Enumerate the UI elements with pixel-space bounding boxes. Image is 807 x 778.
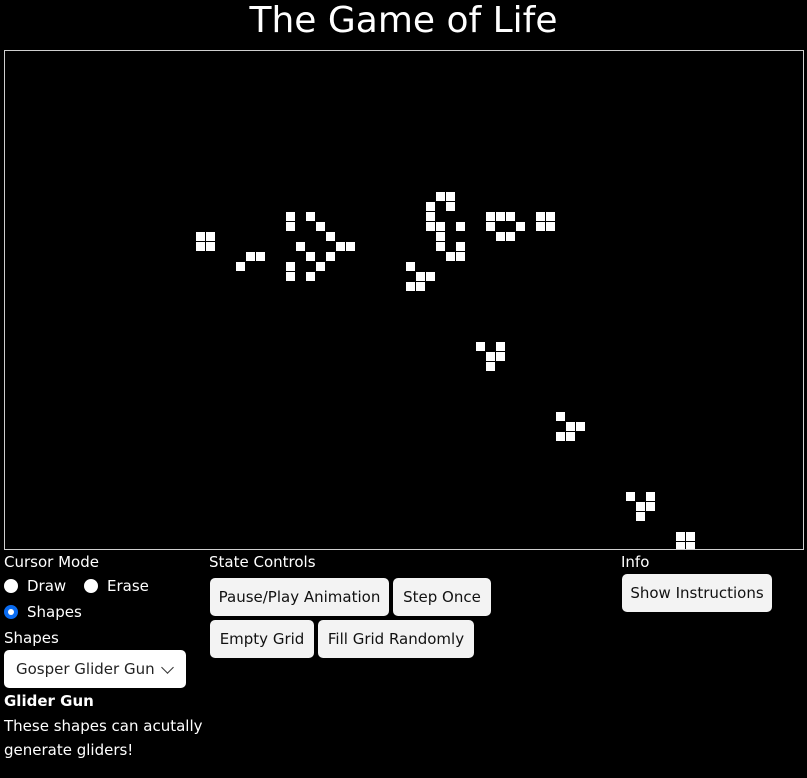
- pause-play-button[interactable]: Pause/Play Animation: [210, 578, 389, 616]
- live-cell[interactable]: [556, 432, 565, 441]
- live-cell[interactable]: [676, 542, 685, 549]
- live-cell[interactable]: [686, 542, 695, 549]
- live-cell[interactable]: [206, 242, 215, 251]
- live-cell[interactable]: [496, 352, 505, 361]
- live-cell[interactable]: [306, 272, 315, 281]
- live-cell[interactable]: [546, 222, 555, 231]
- live-cell[interactable]: [196, 242, 205, 251]
- live-cell[interactable]: [686, 532, 695, 541]
- live-cell[interactable]: [636, 512, 645, 521]
- live-cell[interactable]: [426, 202, 435, 211]
- shape-description-text: These shapes can acutally generate glide…: [4, 717, 203, 759]
- shapes-select-value: Gosper Glider Gun: [16, 660, 155, 678]
- live-cell[interactable]: [426, 222, 435, 231]
- live-cell[interactable]: [206, 232, 215, 241]
- live-cell[interactable]: [416, 282, 425, 291]
- shape-description-title: Glider Gun: [4, 692, 94, 710]
- live-cell[interactable]: [536, 212, 545, 221]
- live-cell[interactable]: [626, 492, 635, 501]
- live-cell[interactable]: [456, 252, 465, 261]
- empty-grid-button[interactable]: Empty Grid: [210, 620, 314, 658]
- live-cell[interactable]: [436, 192, 445, 201]
- live-cell[interactable]: [516, 222, 525, 231]
- live-cell[interactable]: [326, 232, 335, 241]
- live-cell[interactable]: [446, 252, 455, 261]
- live-cell[interactable]: [576, 422, 585, 431]
- live-cell[interactable]: [486, 222, 495, 231]
- erase-radio-option[interactable]: Erase: [84, 577, 149, 595]
- live-cell[interactable]: [406, 262, 415, 271]
- shapes-radio-option[interactable]: Shapes: [4, 603, 82, 621]
- live-cell[interactable]: [486, 362, 495, 371]
- draw-radio[interactable]: [4, 579, 18, 593]
- live-cell[interactable]: [486, 352, 495, 361]
- erase-radio[interactable]: [84, 579, 98, 593]
- live-cell[interactable]: [536, 222, 545, 231]
- live-cell[interactable]: [256, 252, 265, 261]
- live-cell[interactable]: [286, 212, 295, 221]
- live-cell[interactable]: [636, 502, 645, 511]
- live-cell[interactable]: [556, 412, 565, 421]
- state-controls-label: State Controls: [209, 553, 316, 571]
- live-cell[interactable]: [646, 502, 655, 511]
- show-instructions-button[interactable]: Show Instructions: [622, 574, 772, 612]
- live-cell[interactable]: [306, 252, 315, 261]
- live-cell[interactable]: [486, 212, 495, 221]
- live-cell[interactable]: [336, 242, 345, 251]
- game-board[interactable]: [4, 50, 804, 550]
- live-cell[interactable]: [446, 192, 455, 201]
- live-cell[interactable]: [456, 222, 465, 231]
- live-cell[interactable]: [436, 232, 445, 241]
- shapes-label: Shapes: [4, 629, 59, 647]
- cell-grid[interactable]: [5, 51, 803, 549]
- live-cell[interactable]: [286, 222, 295, 231]
- draw-radio-option[interactable]: Draw: [4, 577, 66, 595]
- live-cell[interactable]: [676, 532, 685, 541]
- live-cell[interactable]: [316, 222, 325, 231]
- live-cell[interactable]: [416, 272, 425, 281]
- live-cell[interactable]: [436, 222, 445, 231]
- cursor-mode-label: Cursor Mode: [4, 553, 99, 571]
- shapes-mode-label: Shapes: [27, 603, 82, 621]
- erase-label: Erase: [107, 577, 149, 595]
- live-cell[interactable]: [436, 242, 445, 251]
- live-cell[interactable]: [506, 232, 515, 241]
- live-cell[interactable]: [236, 262, 245, 271]
- live-cell[interactable]: [286, 262, 295, 271]
- live-cell[interactable]: [306, 212, 315, 221]
- live-cell[interactable]: [506, 212, 515, 221]
- live-cell[interactable]: [246, 252, 255, 261]
- live-cell[interactable]: [546, 212, 555, 221]
- live-cell[interactable]: [456, 242, 465, 251]
- live-cell[interactable]: [426, 212, 435, 221]
- step-once-button[interactable]: Step Once: [393, 578, 491, 616]
- live-cell[interactable]: [476, 342, 485, 351]
- shapes-radio[interactable]: [4, 605, 18, 619]
- live-cell[interactable]: [296, 242, 305, 251]
- draw-label: Draw: [27, 577, 67, 595]
- chevron-down-icon: [161, 661, 174, 674]
- live-cell[interactable]: [496, 232, 505, 241]
- live-cell[interactable]: [286, 272, 295, 281]
- live-cell[interactable]: [196, 232, 205, 241]
- live-cell[interactable]: [566, 432, 575, 441]
- live-cell[interactable]: [646, 492, 655, 501]
- info-label: Info: [621, 553, 650, 571]
- live-cell[interactable]: [326, 252, 335, 261]
- live-cell[interactable]: [446, 202, 455, 211]
- live-cell[interactable]: [346, 242, 355, 251]
- live-cell[interactable]: [496, 342, 505, 351]
- page-title: The Game of Life: [249, 0, 558, 41]
- live-cell[interactable]: [566, 422, 575, 431]
- live-cell[interactable]: [496, 212, 505, 221]
- live-cell[interactable]: [316, 262, 325, 271]
- live-cell[interactable]: [426, 272, 435, 281]
- live-cell[interactable]: [406, 282, 415, 291]
- shapes-select[interactable]: Gosper Glider Gun: [4, 650, 186, 688]
- fill-random-button[interactable]: Fill Grid Randomly: [318, 620, 474, 658]
